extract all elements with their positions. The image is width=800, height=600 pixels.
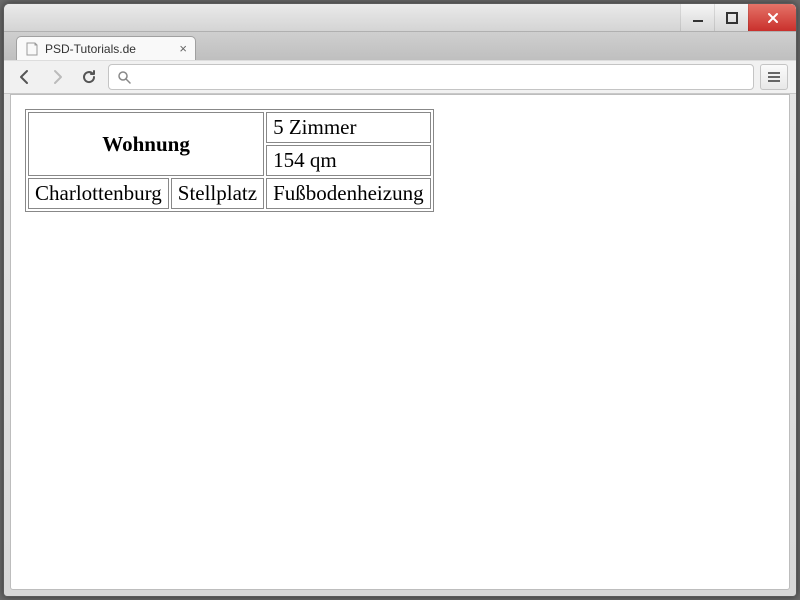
browser-tab[interactable]: PSD-Tutorials.de × <box>16 36 196 60</box>
search-icon <box>117 70 131 84</box>
browser-window: PSD-Tutorials.de × Wohnung 5 Zimmer <box>3 3 797 597</box>
reload-button[interactable] <box>76 64 102 90</box>
apartment-table: Wohnung 5 Zimmer 154 qm Charlottenburg S… <box>25 109 434 212</box>
table-header-wohnung: Wohnung <box>28 112 264 176</box>
table-row: Charlottenburg Stellplatz Fußbodenheizun… <box>28 178 431 209</box>
page-content: Wohnung 5 Zimmer 154 qm Charlottenburg S… <box>10 94 790 590</box>
cell-parking: Stellplatz <box>171 178 264 209</box>
tab-close-button[interactable]: × <box>179 41 187 56</box>
cell-district: Charlottenburg <box>28 178 169 209</box>
tab-title: PSD-Tutorials.de <box>45 42 173 56</box>
page-favicon <box>25 42 39 56</box>
hamburger-icon <box>767 70 781 84</box>
back-button[interactable] <box>12 64 38 90</box>
window-close-button[interactable] <box>748 4 796 31</box>
address-bar[interactable] <box>108 64 754 90</box>
browser-toolbar <box>4 60 796 94</box>
window-titlebar <box>4 4 796 32</box>
table-row: Wohnung 5 Zimmer <box>28 112 431 143</box>
cell-area: 154 qm <box>266 145 430 176</box>
menu-button[interactable] <box>760 64 788 90</box>
tab-strip: PSD-Tutorials.de × <box>4 32 796 60</box>
forward-button[interactable] <box>44 64 70 90</box>
window-minimize-button[interactable] <box>680 4 714 31</box>
window-controls <box>680 4 796 31</box>
cell-heating: Fußbodenheizung <box>266 178 430 209</box>
address-input[interactable] <box>137 70 745 85</box>
window-maximize-button[interactable] <box>714 4 748 31</box>
cell-rooms: 5 Zimmer <box>266 112 430 143</box>
